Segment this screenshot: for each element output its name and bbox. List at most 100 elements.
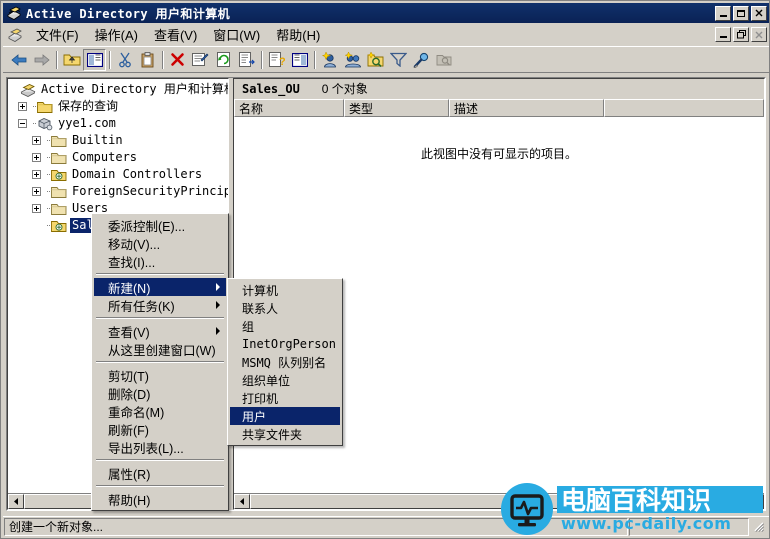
ctx-refresh[interactable]: 刷新(F): [94, 420, 226, 438]
ctx-properties[interactable]: 属性(R): [94, 464, 226, 482]
ctx-view[interactable]: 查看(V): [94, 322, 226, 340]
maximize-button[interactable]: [733, 5, 749, 21]
expander-plus-icon[interactable]: [32, 136, 41, 145]
new-shared-folder[interactable]: 共享文件夹: [230, 425, 340, 443]
paste-icon[interactable]: [136, 49, 159, 71]
show-console-tree-icon[interactable]: [288, 49, 311, 71]
new-computer[interactable]: 计算机: [230, 281, 340, 299]
close-button[interactable]: [751, 5, 767, 21]
new-organizational-unit[interactable]: 组织单位: [230, 371, 340, 389]
new-contact[interactable]: 联系人: [230, 299, 340, 317]
expander-plus-icon[interactable]: [32, 204, 41, 213]
ctx-item-label: 属性(R): [108, 467, 151, 482]
ctx-item-label: 查看(V): [108, 325, 150, 340]
menu-file[interactable]: 文件(F): [28, 23, 87, 46]
scroll-right-arrow-icon[interactable]: [748, 494, 764, 509]
tree-node-label: Computers: [72, 150, 138, 164]
ctx-all-tasks[interactable]: 所有任务(K): [94, 296, 226, 314]
tree-node-label: 保存的查询: [58, 99, 119, 113]
submenu-arrow-icon: [216, 327, 220, 335]
tree-node-label: Active Directory 用户和计算机: [41, 82, 228, 96]
ctx-find[interactable]: 查找(I)...: [94, 252, 226, 270]
up-one-level-icon[interactable]: [60, 49, 83, 71]
new-ou-icon[interactable]: [364, 49, 387, 71]
new-inetorgperson[interactable]: InetOrgPerson: [230, 335, 340, 353]
window-title: Active Directory 用户和计算机: [26, 6, 231, 21]
status-secondary: [629, 517, 749, 536]
menu-action[interactable]: 操作(A): [87, 23, 146, 46]
result-scroll-thumb[interactable]: [250, 494, 748, 509]
tree-node-builtin[interactable]: Builtin: [8, 132, 228, 149]
column-header-blank[interactable]: [604, 99, 764, 117]
expander-plus-icon[interactable]: [18, 102, 27, 111]
tree-node-domain-controllers[interactable]: Domain Controllers: [8, 166, 228, 183]
tree-node-label: ForeignSecurityPrincipa: [72, 184, 228, 198]
scroll-left-arrow-icon[interactable]: [8, 494, 24, 509]
ctx-delegate-control[interactable]: 委派控制(E)...: [94, 216, 226, 234]
expander-plus-icon[interactable]: [32, 153, 41, 162]
tree-node-domain[interactable]: yye1.com: [8, 115, 228, 132]
find-icon[interactable]: [410, 49, 433, 71]
context-menu[interactable]: 委派控制(E)... 移动(V)... 查找(I)... 新建(N) 所有任务(…: [91, 213, 229, 511]
menu-view[interactable]: 查看(V): [146, 23, 205, 46]
new-user[interactable]: 用户: [230, 407, 340, 425]
tree-node-saved-queries[interactable]: 保存的查询: [8, 98, 228, 115]
delete-icon[interactable]: [166, 49, 189, 71]
ctx-delete[interactable]: 删除(D): [94, 384, 226, 402]
filter-icon[interactable]: [387, 49, 410, 71]
saved-query-icon[interactable]: [433, 49, 456, 71]
mdi-minimize-button[interactable]: [715, 27, 731, 42]
column-header-name[interactable]: 名称: [234, 99, 344, 117]
ctx-rename[interactable]: 重命名(M): [94, 402, 226, 420]
mdi-restore-button[interactable]: [733, 27, 749, 42]
result-pane-title: Sales_OU: [242, 81, 300, 96]
scroll-left-arrow-icon[interactable]: [234, 494, 250, 509]
new-group-icon[interactable]: [341, 49, 364, 71]
menu-help[interactable]: 帮助(H): [268, 23, 328, 46]
export-list-icon[interactable]: [235, 49, 258, 71]
new-user-icon[interactable]: [318, 49, 341, 71]
new-msmq-queue-alias[interactable]: MSMQ 队列别名: [230, 353, 340, 371]
back-icon[interactable]: [7, 49, 30, 71]
submenu-item-label: 组织单位: [242, 373, 291, 388]
ctx-cut[interactable]: 剪切(T): [94, 366, 226, 384]
ctx-move[interactable]: 移动(V)...: [94, 234, 226, 252]
ctx-item-label: 委派控制(E)...: [108, 219, 186, 234]
ad-console-icon: [7, 6, 21, 20]
menu-window[interactable]: 窗口(W): [205, 23, 268, 46]
tree-node-label: yye1.com: [58, 116, 116, 130]
mdi-close-button[interactable]: [751, 27, 767, 42]
column-header-type[interactable]: 类型: [344, 99, 449, 117]
menu-separator: [96, 361, 224, 363]
result-scroll-track[interactable]: [250, 494, 748, 509]
result-horizontal-scrollbar[interactable]: [234, 493, 764, 509]
help-icon[interactable]: ?: [265, 49, 288, 71]
ctx-help[interactable]: 帮助(H): [94, 490, 226, 508]
toolbar-separator: [53, 50, 60, 70]
show-hide-tree-icon[interactable]: [83, 48, 106, 71]
new-group[interactable]: 组: [230, 317, 340, 335]
tree-connector: [44, 149, 51, 166]
forward-icon[interactable]: [30, 49, 53, 71]
ctx-new[interactable]: 新建(N): [94, 278, 226, 296]
column-header-description[interactable]: 描述: [449, 99, 604, 117]
ctx-new-window-from-here[interactable]: 从这里创建窗口(W): [94, 340, 226, 358]
minimize-button[interactable]: [715, 5, 731, 21]
ad-console-icon: [20, 83, 36, 97]
expander-plus-icon[interactable]: [32, 187, 41, 196]
tree-node-root[interactable]: Active Directory 用户和计算机: [8, 81, 228, 98]
cut-icon[interactable]: [113, 49, 136, 71]
resize-grip-icon[interactable]: [751, 519, 767, 535]
ad-console-small-icon: [8, 28, 22, 42]
properties-icon[interactable]: [189, 49, 212, 71]
expander-minus-icon[interactable]: [18, 119, 27, 128]
new-printer[interactable]: 打印机: [230, 389, 340, 407]
tree-connector: [44, 183, 51, 200]
status-message: 创建一个新对象...: [4, 517, 628, 536]
ctx-export-list[interactable]: 导出列表(L)...: [94, 438, 226, 456]
tree-node-computers[interactable]: Computers: [8, 149, 228, 166]
refresh-icon[interactable]: [212, 49, 235, 71]
expander-plus-icon[interactable]: [32, 170, 41, 179]
tree-node-foreign-security-principals[interactable]: ForeignSecurityPrincipa: [8, 183, 228, 200]
new-submenu[interactable]: 计算机 联系人 组 InetOrgPerson MSMQ 队列别名 组织单位 打…: [227, 278, 343, 446]
